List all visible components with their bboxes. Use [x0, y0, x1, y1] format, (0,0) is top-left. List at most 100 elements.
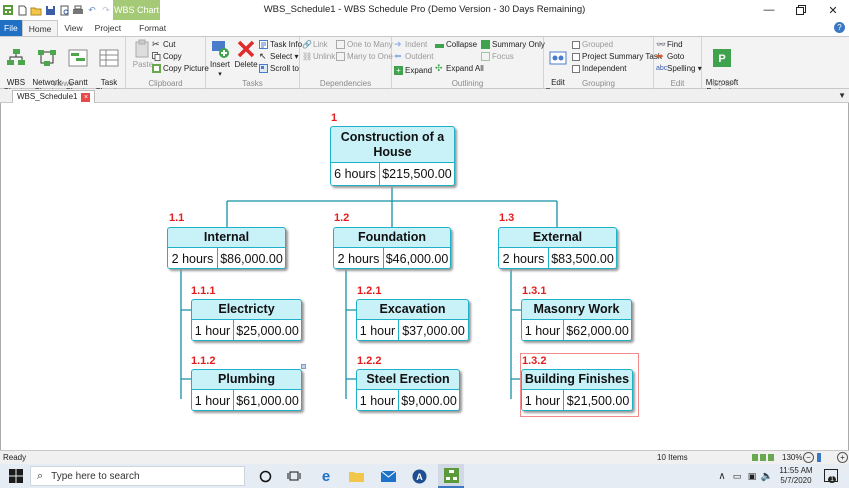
project-summary-task-checkbox[interactable]: Project Summary Task	[572, 51, 662, 62]
independent-check-box[interactable]	[572, 64, 580, 73]
save-icon[interactable]	[44, 4, 56, 16]
app-a-icon[interactable]: A	[411, 468, 427, 484]
wbs-app-taskbar-button[interactable]	[438, 464, 464, 488]
summary-only-icon	[481, 40, 490, 49]
task-info-button[interactable]: Task Info	[259, 39, 302, 50]
many-to-one-icon	[336, 52, 345, 61]
wbs-code-1-1: 1.1	[169, 212, 185, 224]
task-node-root[interactable]: Construction of a House 6 hours $215,500…	[330, 126, 455, 186]
copy-button[interactable]: Copy	[152, 51, 182, 62]
task-cost: $37,000.00	[402, 324, 465, 338]
unlink-button[interactable]: ⛓ Unlink	[302, 51, 335, 62]
copy-picture-button[interactable]: Copy Picture	[152, 63, 209, 74]
wbs-chart-canvas[interactable]: 1 Construction of a House 6 hours $215,5…	[0, 103, 849, 450]
show-hidden-icons[interactable]: ∧	[714, 468, 730, 484]
goto-button[interactable]: ➥ Goto	[656, 51, 684, 62]
app-icon[interactable]	[2, 4, 14, 16]
task-node-internal[interactable]: Internal 2 hours $86,000.00	[167, 227, 286, 269]
select-button[interactable]: ↖ Select ▾	[259, 51, 298, 62]
project-summary-check-box[interactable]	[572, 52, 580, 61]
find-button[interactable]: 👓 Find	[656, 39, 683, 50]
taskbar-search-box[interactable]: ⌕ Type here to search	[30, 466, 245, 486]
task-duration: 2 hours	[499, 248, 549, 268]
microsoft-project-icon: P	[713, 49, 731, 67]
task-node-masonry-work[interactable]: Masonry Work 1 hour $62,000.00	[521, 299, 632, 341]
tab-home[interactable]: Home	[21, 20, 59, 36]
group-label-clipboard: Clipboard	[148, 79, 183, 88]
tab-file[interactable]: File	[0, 20, 22, 36]
grouped-check-box[interactable]	[572, 40, 580, 49]
ribbon: WBS Chart ▾ Network Chart ▾ Gantt Chart …	[0, 36, 849, 96]
undo-icon[interactable]: ↶	[86, 4, 98, 16]
maximize-icon[interactable]	[785, 0, 817, 20]
close-document-icon[interactable]: ×	[81, 92, 91, 102]
many-to-one-button[interactable]: Many to One	[336, 51, 393, 62]
link-button[interactable]: 🔗 Link	[302, 39, 328, 50]
independent-checkbox[interactable]: Independent	[572, 63, 627, 74]
expand-all-button[interactable]: ✣ Expand All	[435, 63, 484, 74]
title-bar: ↶ ↷ ▾ WBS Chart WBS_Schedule1 - WBS Sche…	[0, 0, 849, 20]
focus-icon	[481, 52, 490, 61]
help-icon[interactable]: ?	[834, 22, 845, 33]
zoom-in-button[interactable]: +	[837, 452, 848, 463]
edge-browser-icon[interactable]: e	[318, 468, 334, 485]
notification-center-icon[interactable]: 1	[824, 469, 838, 483]
zoom-out-button[interactable]: −	[803, 452, 814, 463]
mail-icon[interactable]	[380, 468, 396, 484]
task-name: Plumbing	[192, 370, 301, 390]
network-icon[interactable]: ▣	[744, 468, 760, 484]
document-tab[interactable]: WBS_Schedule1 ×	[12, 90, 96, 103]
tab-project[interactable]: Project	[89, 20, 127, 36]
outdent-button[interactable]: ⬅ Outdent	[394, 51, 433, 62]
close-icon[interactable]: ✕	[817, 0, 849, 20]
task-cost: $215,500.00	[382, 167, 452, 181]
task-name: Foundation	[334, 228, 450, 248]
volume-icon[interactable]: 🔈	[759, 468, 775, 484]
tab-list-dropdown-icon[interactable]: ▼	[838, 91, 846, 100]
zoom-slider[interactable]	[817, 453, 821, 462]
task-node-foundation[interactable]: Foundation 2 hours $46,000.00	[333, 227, 451, 269]
summary-only-button[interactable]: Summary Only	[481, 39, 545, 50]
task-node-plumbing[interactable]: Plumbing 1 hour $61,000.00	[191, 369, 302, 411]
task-node-excavation[interactable]: Excavation 1 hour $37,000.00	[356, 299, 469, 341]
task-view-icon[interactable]	[286, 468, 302, 484]
cut-button[interactable]: ✂ Cut	[152, 39, 175, 50]
task-duration: 6 hours	[331, 163, 380, 185]
spelling-button[interactable]: abc Spelling ▾	[656, 63, 702, 74]
delete-button[interactable]: Delete	[233, 39, 259, 69]
group-label-outlining: Outlining	[451, 79, 484, 88]
collapse-button[interactable]: Collapse	[435, 39, 477, 50]
focus-button[interactable]: Focus	[481, 51, 514, 62]
task-node-electricty[interactable]: Electricty 1 hour $25,000.00	[191, 299, 302, 341]
scroll-to-button[interactable]: Scroll to	[259, 63, 299, 74]
task-node-steel-erection[interactable]: Steel Erection 1 hour $9,000.00	[356, 369, 460, 411]
cortana-icon[interactable]	[257, 468, 273, 484]
minimize-icon[interactable]: —	[753, 0, 785, 20]
grouped-checkbox[interactable]: Grouped	[572, 39, 613, 50]
task-node-external[interactable]: External 2 hours $83,500.00	[498, 227, 617, 269]
tab-format[interactable]: Format	[133, 20, 172, 36]
file-explorer-icon[interactable]	[348, 468, 364, 484]
resize-handle[interactable]	[301, 364, 306, 369]
plus-icon: +	[394, 66, 403, 75]
print-icon[interactable]	[72, 4, 84, 16]
new-file-icon[interactable]	[16, 4, 28, 16]
context-tab-wbs-chart[interactable]: WBS Chart	[113, 0, 160, 20]
task-node-building-finishes[interactable]: Building Finishes 1 hour $21,500.00	[521, 369, 633, 411]
insert-button[interactable]: Insert ▾	[207, 39, 233, 79]
task-info-icon	[259, 40, 268, 49]
edit-groups-icon	[549, 51, 567, 65]
expand-button[interactable]: + Expand	[394, 65, 432, 76]
task-duration: 1 hour	[192, 320, 234, 340]
print-preview-icon[interactable]	[58, 4, 70, 16]
search-icon: ⌕	[37, 469, 44, 482]
tab-view[interactable]: View	[58, 20, 88, 36]
indent-button[interactable]: ➜ Indent	[394, 39, 427, 50]
open-folder-icon[interactable]	[30, 4, 42, 16]
clock[interactable]: 11:55 AM 5/7/2020	[776, 466, 816, 486]
redo-icon[interactable]: ↷	[100, 4, 112, 16]
view-mode-icons[interactable]	[752, 454, 780, 461]
windows-start-icon[interactable]	[8, 468, 24, 484]
one-to-many-button[interactable]: One to Many	[336, 39, 393, 50]
battery-icon[interactable]: ▭	[729, 468, 745, 484]
